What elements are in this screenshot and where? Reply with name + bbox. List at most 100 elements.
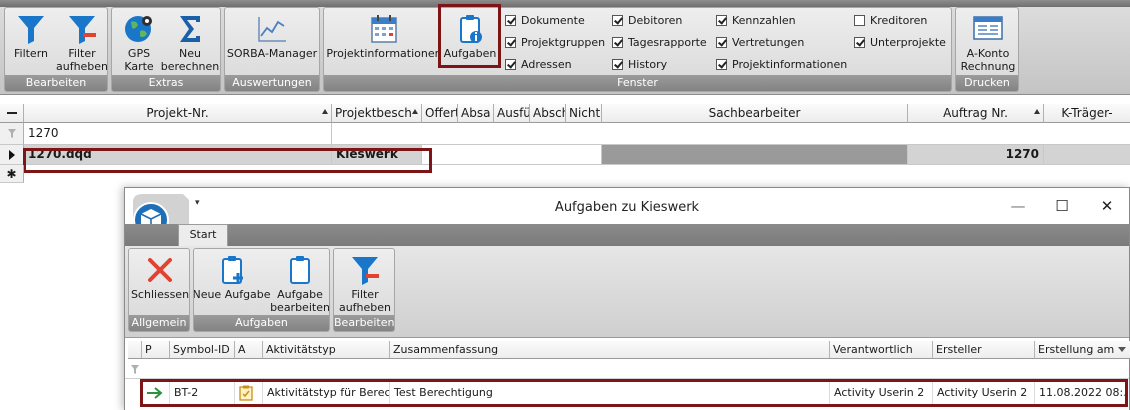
col-header-projekt-nr[interactable]: Projekt-Nr. [24,104,332,123]
close-button[interactable]: ✕ [1087,194,1127,218]
filter-row-indicator [0,123,24,145]
sorba-manager-button[interactable]: SORBA-Manager [227,8,317,77]
neue-aufgabe-button[interactable]: Neue Aufgabe [194,249,271,317]
dcol-corner[interactable] [128,341,142,359]
filter-row-rest[interactable] [332,123,1130,145]
dcol-header-erstellung-am[interactable]: Erstellung am [1035,341,1130,359]
dialog-titlebar: ▾ Aufgaben zu Kieswerk — ☐ ✕ [125,188,1129,246]
akonto-rechnung-button[interactable]: A-Konto Rechnung [958,8,1018,77]
col-header-ausfu[interactable]: Ausfü [494,104,530,123]
checkbox-history[interactable]: History [612,56,667,72]
checkbox-kennzahlen[interactable]: Kennzahlen [716,12,796,28]
maximize-button[interactable]: ☐ [1042,194,1082,218]
col-header-absa[interactable]: Absa [458,104,494,123]
filter-input-projekt-nr[interactable]: 1270 [24,123,332,145]
checkbox-box[interactable] [612,14,623,26]
sorba-label: SORBA-Manager [226,47,318,60]
checkbox-box[interactable] [716,36,727,48]
checkbox-projektinformationen[interactable]: Projektinformationen [716,56,847,72]
projektinformationen-button[interactable]: Projektinformationen [326,8,442,77]
checkbox-vertretungen[interactable]: Vertretungen [716,34,804,50]
checkbox-label: Kreditoren [870,13,928,27]
tab-start[interactable]: Start [178,224,228,246]
checkbox-tagesrapporte[interactable]: Tagesrapporte [612,34,707,50]
sigma-icon [173,12,207,46]
col-header-projektbesch[interactable]: Projektbesch [332,104,422,123]
cell-auftrag-nr[interactable]: 1270 [908,145,1044,165]
col-header-nicht[interactable]: Nicht [566,104,602,123]
new-row-indicator[interactable]: ✱ [0,165,24,183]
row-pointer-icon [8,149,15,160]
current-row-indicator[interactable] [0,145,24,165]
calendar-icon [367,12,401,46]
col-header-absch[interactable]: Absch [530,104,566,123]
col-header-k-traeger[interactable]: K-Träger- [1044,104,1130,123]
gps-label: GPS [127,47,151,60]
dcol-header-verantwortlich[interactable]: Verantwortlich [830,341,933,359]
checkbox-box[interactable] [612,58,623,70]
dcol-header-p[interactable]: P [142,341,170,359]
col-header-label: Nicht [569,106,601,120]
dcol-header-symbol-id[interactable]: Symbol-ID [170,341,235,359]
checkbox-box[interactable] [505,14,516,26]
filter-icon [7,129,16,138]
cell-k-traeger[interactable] [1044,145,1130,165]
close-x-icon [143,253,177,287]
filter-label: Filter [351,288,379,301]
checkbox-box[interactable] [854,36,865,48]
neu-berechnen-button[interactable]: Neu berechnen [161,8,219,77]
checkbox-kreditoren[interactable]: Kreditoren [854,12,927,28]
ribbon-group-bearbeiten: Filtern Filter aufheben Bearbeiten [4,7,108,92]
col-header-label: K-Träger- [1061,106,1113,120]
dialog-filter-row[interactable] [125,359,1129,379]
dcol-header-ersteller[interactable]: Ersteller [933,341,1035,359]
group-label-drucken: Drucken [956,75,1018,91]
grid-corner[interactable] [0,104,24,123]
checkbox-label: Unterprojekte [870,35,946,49]
aufgabe-bearbeiten-button[interactable]: Aufgabe bearbeiten [270,249,329,317]
aufgabe-label: Aufgabe [277,288,323,301]
col-header-sachbearbeiter[interactable]: Sachbearbeiter [602,104,908,123]
neu-label: Neu [179,47,201,60]
dialog-ribbon: Schliessen Allgemein Neue Aufgabe Aufgab… [125,246,1129,338]
minimize-button[interactable]: — [998,194,1038,218]
cell-sachbearbeiter[interactable] [602,145,908,165]
window-top-strip [0,0,1130,7]
col-header-label: Ausfü [497,106,530,120]
cell-status-checks [422,145,602,165]
checkbox-label: Kennzahlen [732,13,796,27]
sort-up-icon [322,109,328,114]
gps-karte-button[interactable]: GPS Karte [116,8,162,77]
dcol-header-a[interactable]: A [235,341,263,359]
checkbox-label: History [628,57,668,71]
aufheben-label: aufheben [338,301,392,314]
dcol-header-label: Erstellung am [1038,343,1115,356]
akonto-label: A-Konto [966,47,1010,60]
schliessen-button[interactable]: Schliessen [130,249,190,317]
col-header-auftrag-nr[interactable]: Auftrag Nr. [908,104,1044,123]
checkbox-box[interactable] [505,58,516,70]
checkbox-box[interactable] [716,14,727,26]
checkbox-debitoren[interactable]: Debitoren [612,12,682,28]
schliessen-label: Schliessen [130,288,190,301]
checkbox-box[interactable] [716,58,727,70]
dialog-filter-aufheben-button[interactable]: Filter aufheben [335,249,394,317]
rechnung-label: Rechnung [960,60,1016,73]
filtern-button[interactable]: Filtern [9,8,53,77]
checkbox-unterprojekte[interactable]: Unterprojekte [854,34,946,50]
dcol-header-aktivitaetstyp[interactable]: Aktivitätstyp [263,341,390,359]
checkbox-box[interactable] [854,14,865,26]
dcol-header-zusammenfassung[interactable]: Zusammenfassung [390,341,830,359]
checkbox-adressen[interactable]: Adressen [505,56,572,72]
col-header-offert[interactable]: Offert [422,104,458,123]
filter-aufheben-button[interactable]: Filter aufheben [56,8,107,77]
checkbox-label: Debitoren [628,13,683,27]
checkbox-label: Projektinformationen [732,57,848,71]
checkbox-projektgruppen[interactable]: Projektgruppen [505,34,605,50]
funnel-clear-icon [65,12,99,46]
globe-icon [122,12,156,46]
checkbox-box[interactable] [505,36,516,48]
checkbox-dokumente[interactable]: Dokumente [505,12,585,28]
group-label-bearbeiten: Bearbeiten [334,315,395,331]
checkbox-box[interactable] [612,36,623,48]
